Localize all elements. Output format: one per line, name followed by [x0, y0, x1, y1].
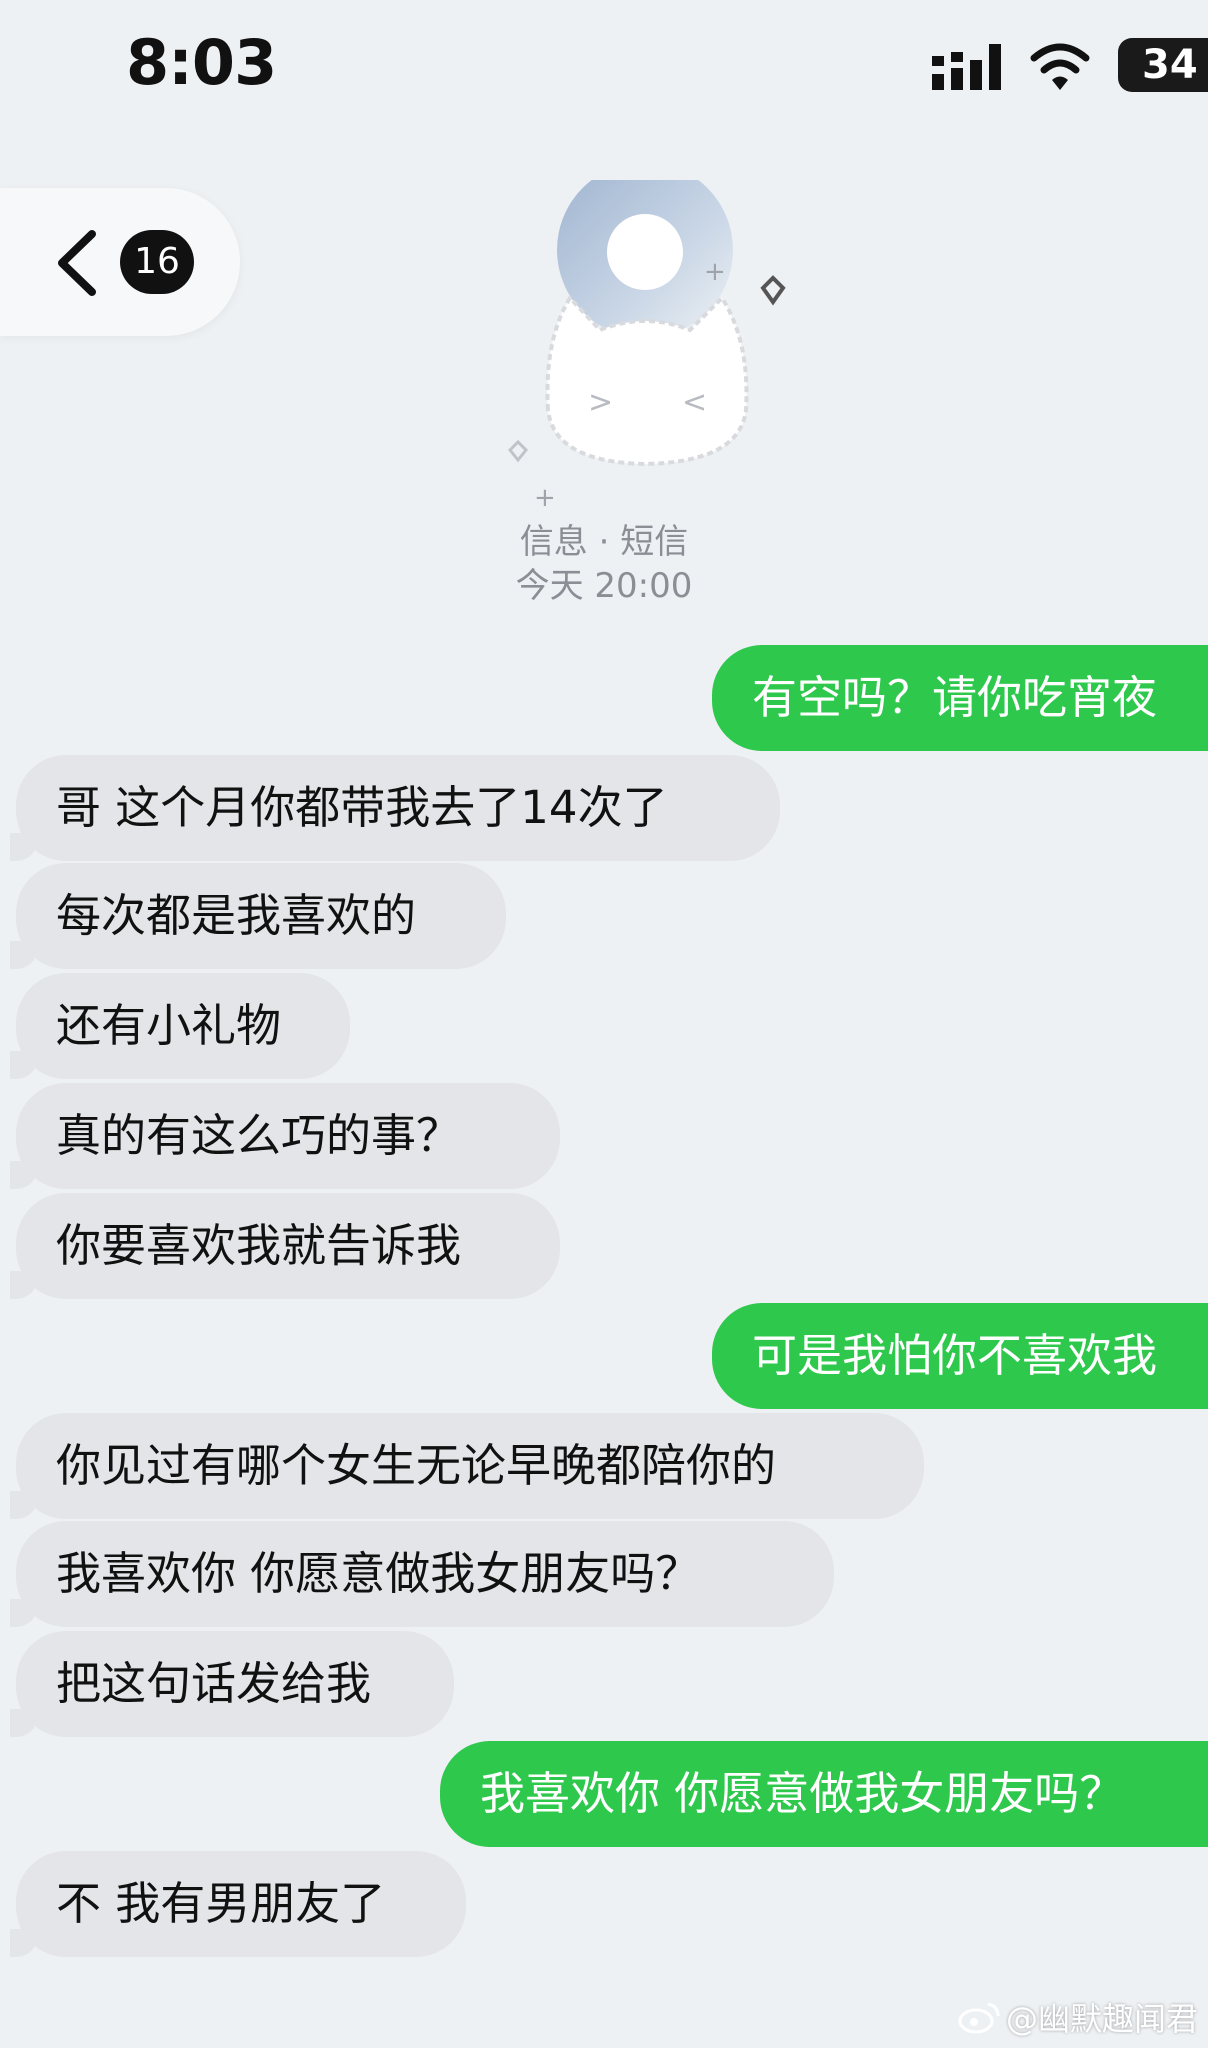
contact-avatar[interactable]: > < + +: [500, 180, 810, 520]
message-outgoing[interactable]: 我喜欢你 你愿意做我女朋友吗？: [440, 1741, 1208, 1847]
unread-count-badge: 16: [120, 230, 194, 294]
watermark: @幽默趣闻君: [958, 1994, 1198, 2040]
message-outgoing[interactable]: 有空吗？请你吃宵夜: [712, 645, 1208, 751]
svg-text:>: >: [588, 385, 613, 420]
message-incoming[interactable]: 哥 这个月你都带我去了14次了: [10, 755, 780, 861]
svg-text:+: +: [704, 257, 726, 287]
message-incoming[interactable]: 你要喜欢我就告诉我: [10, 1193, 560, 1299]
conversation-timestamp: 今天 20:00: [515, 566, 693, 606]
conversation-type: 信息 · 短信: [519, 522, 689, 562]
status-bar: 8:03 34: [0, 0, 1208, 140]
watermark-text: @幽默趣闻君: [1005, 2000, 1198, 2038]
signal-icon: [932, 44, 1001, 90]
status-time: 8:03: [126, 26, 277, 99]
message-incoming[interactable]: 你见过有哪个女生无论早晚都陪你的: [10, 1413, 924, 1519]
message-outgoing[interactable]: 可是我怕你不喜欢我: [712, 1303, 1208, 1409]
message-incoming[interactable]: 还有小礼物: [10, 973, 350, 1079]
battery-indicator: 34: [1118, 38, 1208, 92]
message-incoming[interactable]: 真的有这么巧的事？: [10, 1083, 560, 1189]
conversation-meta: 信息 · 短信 今天 20:00: [404, 520, 804, 608]
message-incoming[interactable]: 我喜欢你 你愿意做我女朋友吗？: [10, 1521, 834, 1627]
message-incoming[interactable]: 每次都是我喜欢的: [10, 863, 506, 969]
back-button[interactable]: 16: [0, 188, 240, 336]
chevron-left-icon: [58, 230, 96, 296]
message-incoming[interactable]: 不 我有男朋友了: [10, 1851, 466, 1957]
message-incoming[interactable]: 把这句话发给我: [10, 1631, 454, 1737]
weibo-icon: [958, 2002, 1000, 2034]
svg-text:<: <: [682, 385, 707, 420]
svg-text:+: +: [534, 483, 556, 513]
wifi-icon: [1030, 43, 1090, 90]
